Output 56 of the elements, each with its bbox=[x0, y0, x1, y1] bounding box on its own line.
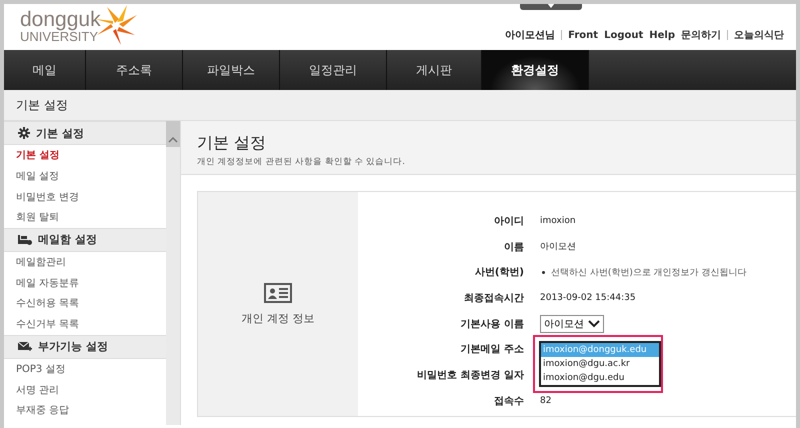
page-title: 기본 설정 bbox=[197, 133, 268, 154]
caret-icon bbox=[547, 4, 555, 8]
field-label: 접속수 bbox=[493, 394, 524, 408]
header-link[interactable]: Front bbox=[568, 30, 598, 40]
gear-icon bbox=[18, 127, 30, 139]
header-link[interactable]: Help bbox=[649, 30, 675, 40]
name-dropdown[interactable]: 아이모션 bbox=[540, 314, 604, 333]
field-label: 아이디 bbox=[493, 214, 524, 228]
scrollbar[interactable] bbox=[166, 121, 180, 425]
field-label: 기본사용 이름 bbox=[460, 318, 524, 331]
field-note: 선택하신 사번(학번)으로 개인정보가 갱신됩니다 bbox=[551, 266, 747, 279]
field-label: 사번(학번) bbox=[474, 266, 524, 280]
sidebar-item[interactable]: 수신허용 목록 bbox=[4, 293, 166, 314]
header-link[interactable]: 오늘의식단 bbox=[734, 28, 784, 42]
field-value: 아이모션 bbox=[540, 241, 576, 254]
sidebar-section-title: 기본 설정 bbox=[36, 126, 84, 140]
sidebar-item[interactable]: 수신거부 목록 bbox=[4, 314, 166, 334]
id-card-icon bbox=[264, 282, 292, 302]
logo-wordmark: dongguk bbox=[20, 9, 101, 30]
field-value: 82 bbox=[540, 396, 552, 406]
sidebar-section-header[interactable]: 부가기능 설정 bbox=[4, 334, 166, 358]
user-name: 아이모션님 bbox=[505, 29, 556, 42]
listbox-option[interactable]: imoxion@dgu.ac.kr bbox=[541, 357, 659, 372]
chevron-down-icon bbox=[588, 320, 600, 328]
sidebar-section-header[interactable]: 메일함 설정 bbox=[4, 228, 166, 252]
field-label: 이름 bbox=[503, 240, 524, 254]
bullet-icon bbox=[542, 270, 545, 274]
sidebar-item[interactable]: 부재중 응답 bbox=[4, 400, 166, 421]
field-label: 최종접속시간 bbox=[463, 292, 524, 305]
panel-label: 개인 계정 정보 bbox=[242, 310, 314, 326]
sidebar-item[interactable]: POP3 설정 bbox=[4, 358, 166, 380]
envelope-plus-icon bbox=[18, 341, 32, 352]
listbox-option[interactable]: imoxion@dgu.edu bbox=[541, 371, 659, 386]
tray-icon bbox=[18, 234, 32, 246]
sidebar-item[interactable]: 메일 자동분류 bbox=[4, 272, 166, 294]
sidebar-item[interactable]: 기본 설정 bbox=[4, 145, 166, 166]
sidebar-section-header[interactable]: 기본 설정 bbox=[4, 121, 166, 145]
sidebar-section-title: 부가기능 설정 bbox=[38, 339, 108, 354]
chevron-up-icon bbox=[168, 137, 178, 143]
sidebar-item[interactable]: 비밀번호 변경 bbox=[4, 186, 166, 208]
field-value: 2013-09-02 15:44:35 bbox=[540, 292, 636, 303]
field-label: 비밀번호 최종변경 일자 bbox=[416, 368, 524, 382]
logo-subtitle: UNIVERSITY bbox=[20, 30, 98, 43]
header-link[interactable]: 문의하기 bbox=[681, 28, 721, 42]
sidebar-item[interactable]: 메일 설정 bbox=[4, 166, 166, 186]
sidebar-section-title: 메일함 설정 bbox=[38, 232, 97, 248]
breadcrumb-title: 기본 설정 bbox=[16, 96, 68, 114]
sidebar-item[interactable]: 메일함관리 bbox=[4, 252, 166, 272]
field-label: 기본메일 주소 bbox=[460, 343, 524, 356]
email-listbox[interactable]: imoxion@dongguk.edu imoxion@dgu.ac.kr imoxion@dgu.edu bbox=[539, 341, 661, 388]
page-subtitle: 개인 계정정보에 관련된 사항을 확인할 수 있습니다. bbox=[197, 156, 406, 168]
sidebar-item[interactable]: 서명 관리 bbox=[4, 379, 166, 400]
field-value: imoxion bbox=[540, 216, 576, 226]
header-link[interactable]: Logout bbox=[604, 30, 644, 40]
sidebar-item[interactable]: 회원 탈퇴 bbox=[4, 207, 166, 228]
nav-tab[interactable]: 환경설정 bbox=[482, 50, 589, 90]
